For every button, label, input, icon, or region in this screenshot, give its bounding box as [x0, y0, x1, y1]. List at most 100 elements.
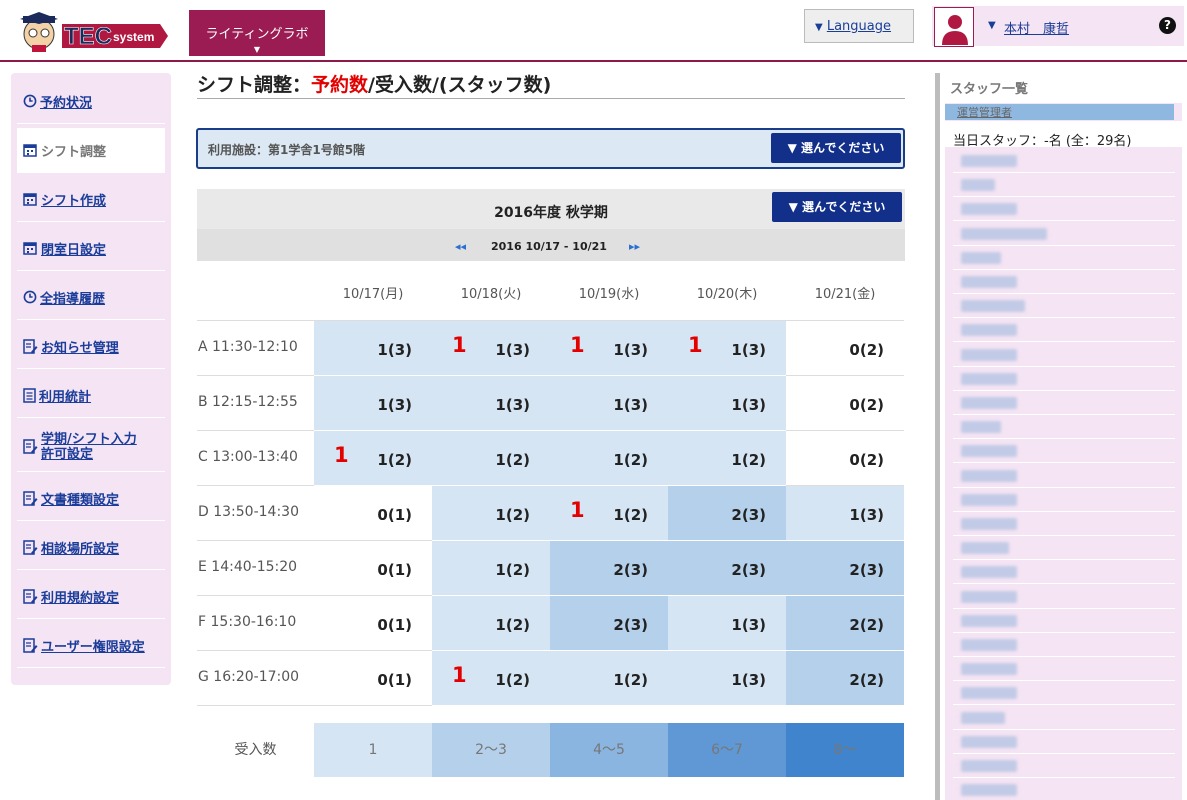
shift-cell[interactable]: 2(3) [550, 596, 668, 651]
sidebar-item-10[interactable]: 相談場所設定 [17, 525, 165, 570]
staff-role-link[interactable]: 運営管理者 [945, 104, 1174, 120]
day-label: 10/17(月) [342, 287, 404, 302]
term-header: 2016年度 秋学期 ▼ 選んでください [197, 189, 905, 229]
shift-cell[interactable]: 1(2) [550, 651, 668, 706]
staff-item[interactable] [953, 633, 1175, 657]
shift-cell[interactable]: 1 1(3) [668, 321, 786, 376]
shift-cell[interactable]: 1(3) [668, 651, 786, 706]
staff-item[interactable] [953, 318, 1175, 343]
reservation-count: 1 [570, 498, 585, 522]
staff-item[interactable] [953, 585, 1175, 609]
sidebar-item-7[interactable]: 利用統計 [17, 373, 165, 418]
staff-item[interactable] [953, 488, 1175, 512]
sidebar-item-6[interactable]: お知らせ管理 [17, 324, 165, 369]
staff-item[interactable] [953, 681, 1175, 706]
capacity-value: 1(2) [495, 561, 530, 579]
term-select-button[interactable]: ▼ 選んでください [772, 192, 902, 222]
sidebar-item-1[interactable]: 予約状況 [17, 79, 165, 124]
help-icon[interactable]: ? [1159, 17, 1176, 34]
capacity-value: 1(2) [495, 671, 530, 689]
sidebar-item-9[interactable]: 文書種類設定 [17, 476, 165, 521]
shift-cell[interactable]: 0(1) [314, 541, 432, 596]
sidebar-item-8[interactable]: 学期/シフト入力 許可設定 [17, 422, 165, 472]
staff-item[interactable] [953, 149, 1175, 173]
slot-label: B 12:15-12:55 [197, 376, 314, 431]
shift-cell[interactable]: 0(2) [786, 376, 904, 431]
staff-item[interactable] [953, 222, 1175, 246]
shift-cell[interactable]: 1(2) [550, 431, 668, 486]
staff-item[interactable] [953, 609, 1175, 633]
staff-item[interactable] [953, 343, 1175, 367]
staff-item[interactable] [953, 560, 1175, 585]
shift-cell[interactable]: 2(3) [550, 541, 668, 596]
shift-cell[interactable]: 1 1(3) [550, 321, 668, 376]
shift-cell[interactable]: 1 1(2) [550, 486, 668, 541]
title-prefix: シフト調整： [197, 74, 312, 96]
shift-cell[interactable]: 0(1) [314, 486, 432, 541]
staff-item[interactable] [953, 246, 1175, 270]
facility-bar: 利用施設：第1学舎1号館5階 ▼ 選んでください [196, 128, 905, 169]
staff-name-redacted [961, 203, 1017, 216]
day-label: 10/19(水) [578, 287, 640, 302]
shift-cell[interactable]: 2(2) [786, 651, 904, 706]
term-bar: 2016年度 秋学期 ▼ 選んでください ◂◂ 2016 10/17 - 10/… [197, 189, 905, 261]
staff-item[interactable] [953, 367, 1175, 391]
staff-item[interactable] [953, 754, 1175, 778]
staff-item[interactable] [953, 730, 1175, 754]
shift-cell[interactable]: 1(3) [668, 596, 786, 651]
shift-cell[interactable]: 0(2) [786, 321, 904, 376]
shift-cell[interactable]: 2(3) [786, 541, 904, 596]
shift-cell[interactable]: 1(3) [432, 376, 550, 431]
staff-item[interactable] [953, 706, 1175, 730]
sidebar-item-11[interactable]: 利用規約設定 [17, 574, 165, 619]
day-header: 10/21(金) [786, 262, 904, 341]
shift-cell[interactable]: 1(2) [432, 596, 550, 651]
shift-cell[interactable]: 2(2) [786, 596, 904, 651]
app-switch-button[interactable]: ライティングラボ ▼ [189, 10, 325, 56]
shift-cell[interactable]: 1 1(2) [314, 431, 432, 486]
shift-cell[interactable]: 1 1(3) [432, 321, 550, 376]
shift-cell[interactable]: 1(3) [786, 486, 904, 541]
sidebar-item-12[interactable]: ユーザー権限設定 [17, 623, 165, 668]
staff-item[interactable] [953, 464, 1175, 488]
next-week-icon[interactable]: ▸▸ [629, 240, 640, 253]
sidebar-item-3[interactable]: シフト作成 [17, 177, 165, 222]
sidebar-item-label-line1: 学期/シフト入力 [41, 431, 137, 447]
staff-item[interactable] [953, 415, 1175, 440]
staff-item[interactable] [953, 778, 1175, 800]
shift-cell[interactable]: 0(1) [314, 596, 432, 651]
user-name-link[interactable]: 本村 康哲 [1004, 18, 1069, 37]
facility-label: 利用施設：第1学舎1号館5階 [208, 143, 366, 157]
staff-item[interactable] [953, 536, 1175, 561]
staff-item[interactable] [953, 270, 1175, 294]
language-button[interactable]: ▼ Language [804, 9, 914, 43]
staff-item[interactable] [953, 512, 1175, 536]
shift-cell[interactable]: 1(2) [432, 431, 550, 486]
staff-item[interactable] [953, 391, 1175, 415]
sidebar-item-4[interactable]: 閉室日設定 [17, 226, 165, 271]
tec-system-logo[interactable]: TEC system [18, 10, 168, 54]
staff-item[interactable] [953, 439, 1175, 464]
shift-cell[interactable]: 1 1(2) [432, 651, 550, 706]
prev-week-icon[interactable]: ◂◂ [455, 240, 466, 253]
capacity-value: 1(3) [613, 396, 648, 414]
staff-item[interactable] [953, 173, 1175, 198]
staff-item[interactable] [953, 197, 1175, 222]
staff-name-redacted [961, 469, 1017, 482]
shift-cell[interactable]: 2(3) [668, 541, 786, 596]
shift-cell[interactable]: 1(3) [668, 376, 786, 431]
shift-cell[interactable]: 2(3) [668, 486, 786, 541]
shift-cell[interactable]: 1(3) [550, 376, 668, 431]
facility-select-button[interactable]: ▼ 選んでください [771, 133, 901, 163]
shift-cell[interactable]: 1(2) [432, 486, 550, 541]
shift-cell[interactable]: 1(3) [314, 376, 432, 431]
shift-cell[interactable]: 1(2) [668, 431, 786, 486]
shift-cell[interactable]: 1(2) [432, 541, 550, 596]
staff-item[interactable] [953, 294, 1175, 319]
sidebar-item-2[interactable]: シフト調整 [17, 128, 165, 173]
sidebar-item-5[interactable]: 全指導履歴 [17, 275, 165, 320]
staff-item[interactable] [953, 657, 1175, 682]
shift-cell[interactable]: 0(1) [314, 651, 432, 706]
shift-cell[interactable]: 0(2) [786, 431, 904, 486]
shift-cell[interactable]: 1(3) [314, 321, 432, 376]
